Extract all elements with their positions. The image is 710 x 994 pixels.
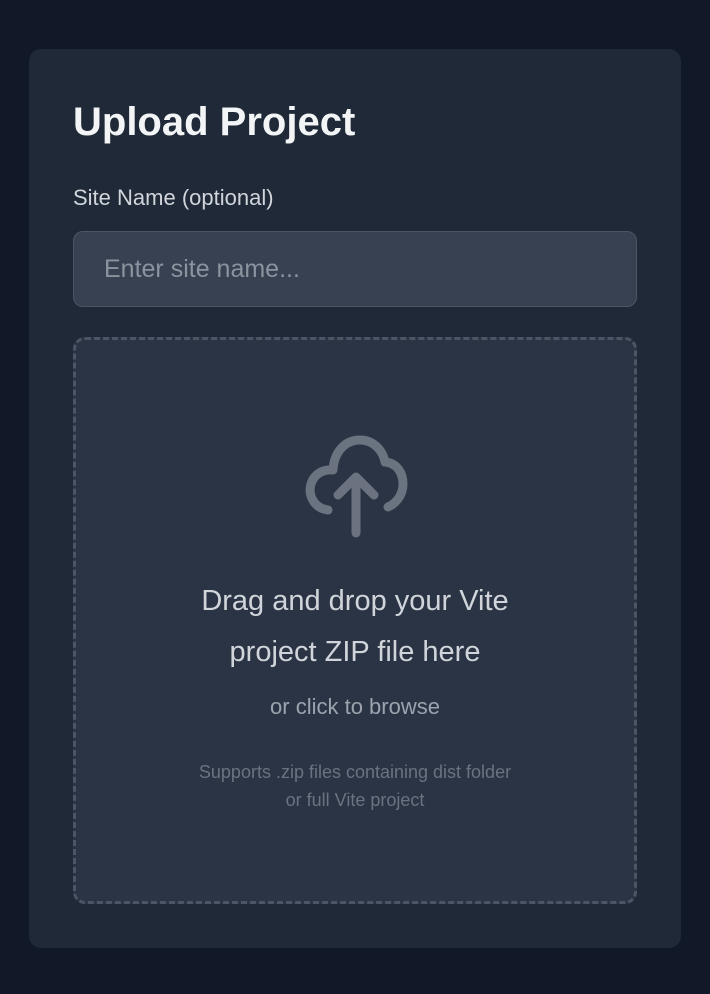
page-title: Upload Project [73, 100, 356, 144]
supported-formats-line-2: or full Vite project [285, 790, 425, 810]
cloud-upload-icon [305, 435, 408, 538]
site-name-input[interactable] [73, 231, 637, 307]
file-dropzone[interactable]: Drag and drop your Vite project ZIP file… [73, 337, 637, 904]
dropzone-instruction-line-2: project ZIP file here [229, 636, 481, 668]
supported-formats-note: Supports .zip files containing dist fold… [76, 758, 634, 814]
dropzone-instruction-line-1: Drag and drop your Vite [201, 585, 509, 617]
browse-link[interactable]: or click to browse [76, 692, 634, 722]
supported-formats-line-1: Supports .zip files containing dist fold… [198, 762, 512, 782]
site-name-label: Site Name (optional) [73, 185, 274, 210]
upload-card: Upload Project Site Name (optional) Drag… [29, 49, 681, 948]
dropzone-instructions: Drag and drop your Vite project ZIP file… [76, 576, 634, 678]
